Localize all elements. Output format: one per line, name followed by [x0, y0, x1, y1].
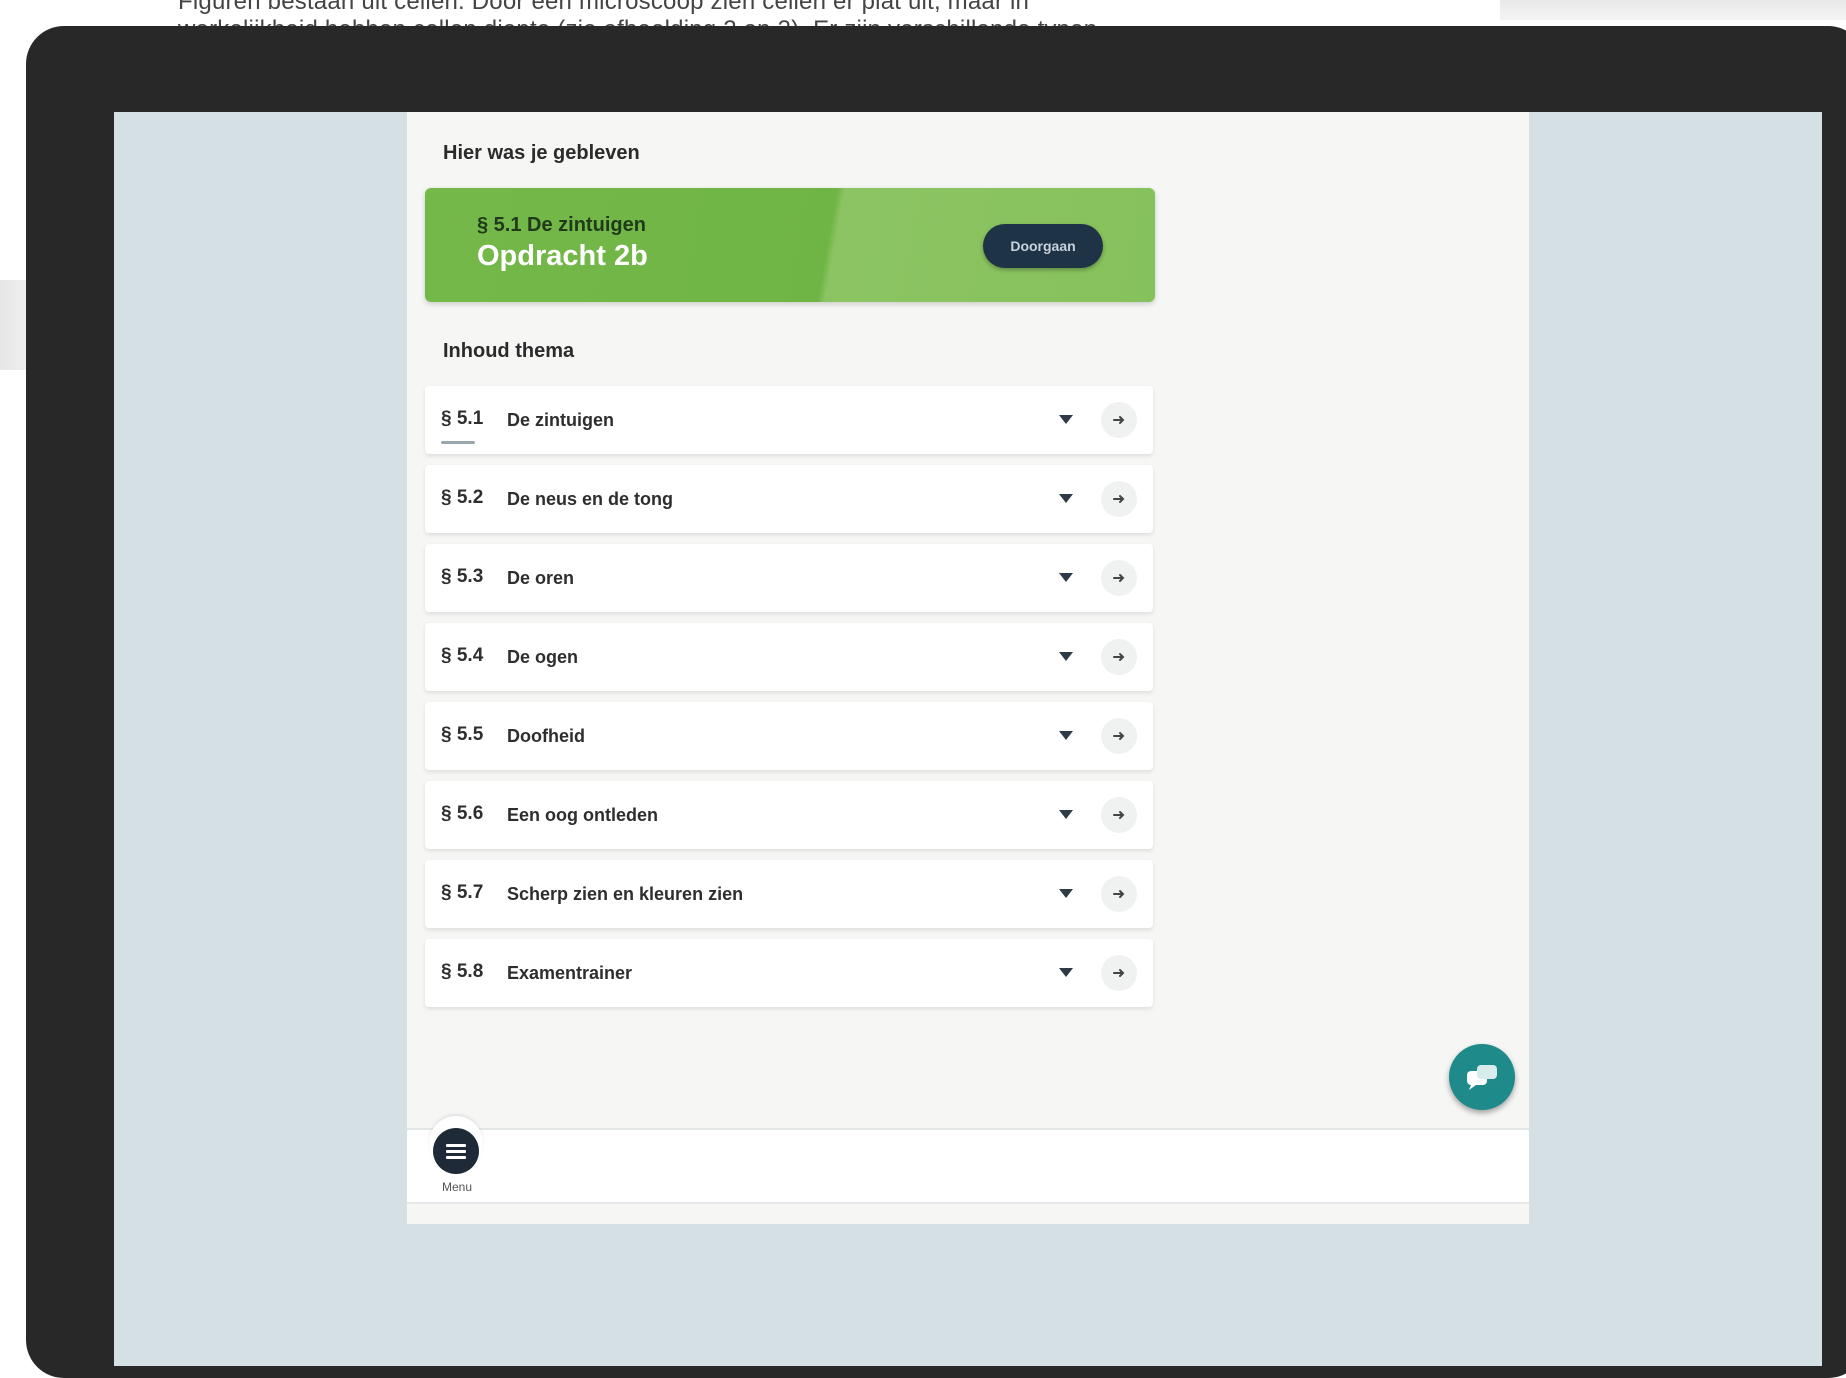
arrow-right-icon	[1113, 732, 1125, 740]
go-to-chapter-button[interactable]	[1101, 481, 1137, 517]
go-to-chapter-button[interactable]	[1101, 560, 1137, 596]
arrow-right-icon	[1113, 495, 1125, 503]
chapter-row[interactable]: § 5.3 De oren	[425, 544, 1153, 612]
chapter-title: Examentrainer	[507, 963, 633, 983]
chevron-down-icon[interactable]	[1057, 410, 1075, 428]
chapter-row[interactable]: § 5.1 De zintuigen	[425, 386, 1153, 454]
go-to-chapter-button[interactable]	[1101, 955, 1137, 991]
go-to-chapter-button[interactable]	[1101, 718, 1137, 754]
menu-label: Menu	[441, 1180, 473, 1194]
arrow-right-icon	[1113, 969, 1125, 977]
chapter-title: Doofheid	[507, 726, 585, 746]
contents-heading: Inhoud thema	[443, 340, 575, 362]
chapter-number: § 5.6	[441, 803, 484, 824]
go-to-chapter-button[interactable]	[1101, 639, 1137, 675]
resume-section: § 5.1 De zintuigen	[477, 214, 646, 236]
resume-title: Opdracht 2b	[477, 240, 648, 272]
chapter-row[interactable]: § 5.7 Scherp zien en kleuren zien	[425, 860, 1153, 928]
chapter-title: De ogen	[507, 647, 579, 667]
go-to-chapter-button[interactable]	[1101, 797, 1137, 833]
chapter-title: De oren	[507, 568, 575, 588]
chapter-row[interactable]: § 5.8 Examentrainer	[425, 939, 1153, 1007]
chapter-title: Scherp zien en kleuren zien	[507, 884, 744, 904]
app-content: Hier was je gebleven § 5.1 De zintuigen …	[407, 112, 1529, 1224]
tablet-screen: Hier was je gebleven § 5.1 De zintuigen …	[114, 112, 1822, 1366]
chapter-row[interactable]: § 5.5 Doofheid	[425, 702, 1153, 770]
menu-button[interactable]	[433, 1128, 479, 1174]
chapter-title: De zintuigen	[507, 410, 614, 430]
chevron-down-icon[interactable]	[1057, 805, 1075, 823]
chapter-row[interactable]: § 5.6 Een oog ontleden	[425, 781, 1153, 849]
arrow-right-icon	[1113, 416, 1125, 424]
chat-bubbles-icon	[1467, 1065, 1497, 1090]
arrow-right-icon	[1113, 574, 1125, 582]
chapter-number: § 5.1	[441, 408, 484, 429]
active-indicator	[441, 441, 475, 444]
chapter-row[interactable]: § 5.2 De neus en de tong	[425, 465, 1153, 533]
chat-button[interactable]	[1449, 1044, 1515, 1110]
hamburger-icon	[446, 1144, 466, 1159]
go-to-chapter-button[interactable]	[1101, 402, 1137, 438]
chevron-down-icon[interactable]	[1057, 726, 1075, 744]
chevron-down-icon[interactable]	[1057, 647, 1075, 665]
arrow-right-icon	[1113, 890, 1125, 898]
chevron-down-icon[interactable]	[1057, 963, 1075, 981]
tablet-frame: Hier was je gebleven § 5.1 De zintuigen …	[26, 26, 1846, 1378]
chapter-number: § 5.5	[441, 724, 484, 745]
background-shadow	[1500, 0, 1846, 20]
chapter-row[interactable]: § 5.4 De ogen	[425, 623, 1153, 691]
arrow-right-icon	[1113, 653, 1125, 661]
chapter-title: De neus en de tong	[507, 489, 674, 509]
arrow-right-icon	[1113, 811, 1125, 819]
go-to-chapter-button[interactable]	[1101, 876, 1137, 912]
bottom-navigation: Menu	[407, 1116, 1529, 1204]
chevron-down-icon[interactable]	[1057, 884, 1075, 902]
chapter-number: § 5.8	[441, 961, 484, 982]
background-text-line-1: Figuren bestaan uit cellen. Door een mic…	[178, 0, 1030, 15]
chapter-title: Een oog ontleden	[507, 805, 658, 825]
chapter-number: § 5.3	[441, 566, 484, 587]
chevron-down-icon[interactable]	[1057, 568, 1075, 586]
resume-card[interactable]: § 5.1 De zintuigen Opdracht 2b Doorgaan	[425, 188, 1155, 302]
chapter-number: § 5.7	[441, 882, 484, 903]
chapter-number: § 5.2	[441, 487, 484, 508]
chevron-down-icon[interactable]	[1057, 489, 1075, 507]
chapter-number: § 5.4	[441, 645, 484, 666]
continue-button[interactable]: Doorgaan	[983, 224, 1103, 268]
resume-heading: Hier was je gebleven	[443, 142, 640, 164]
